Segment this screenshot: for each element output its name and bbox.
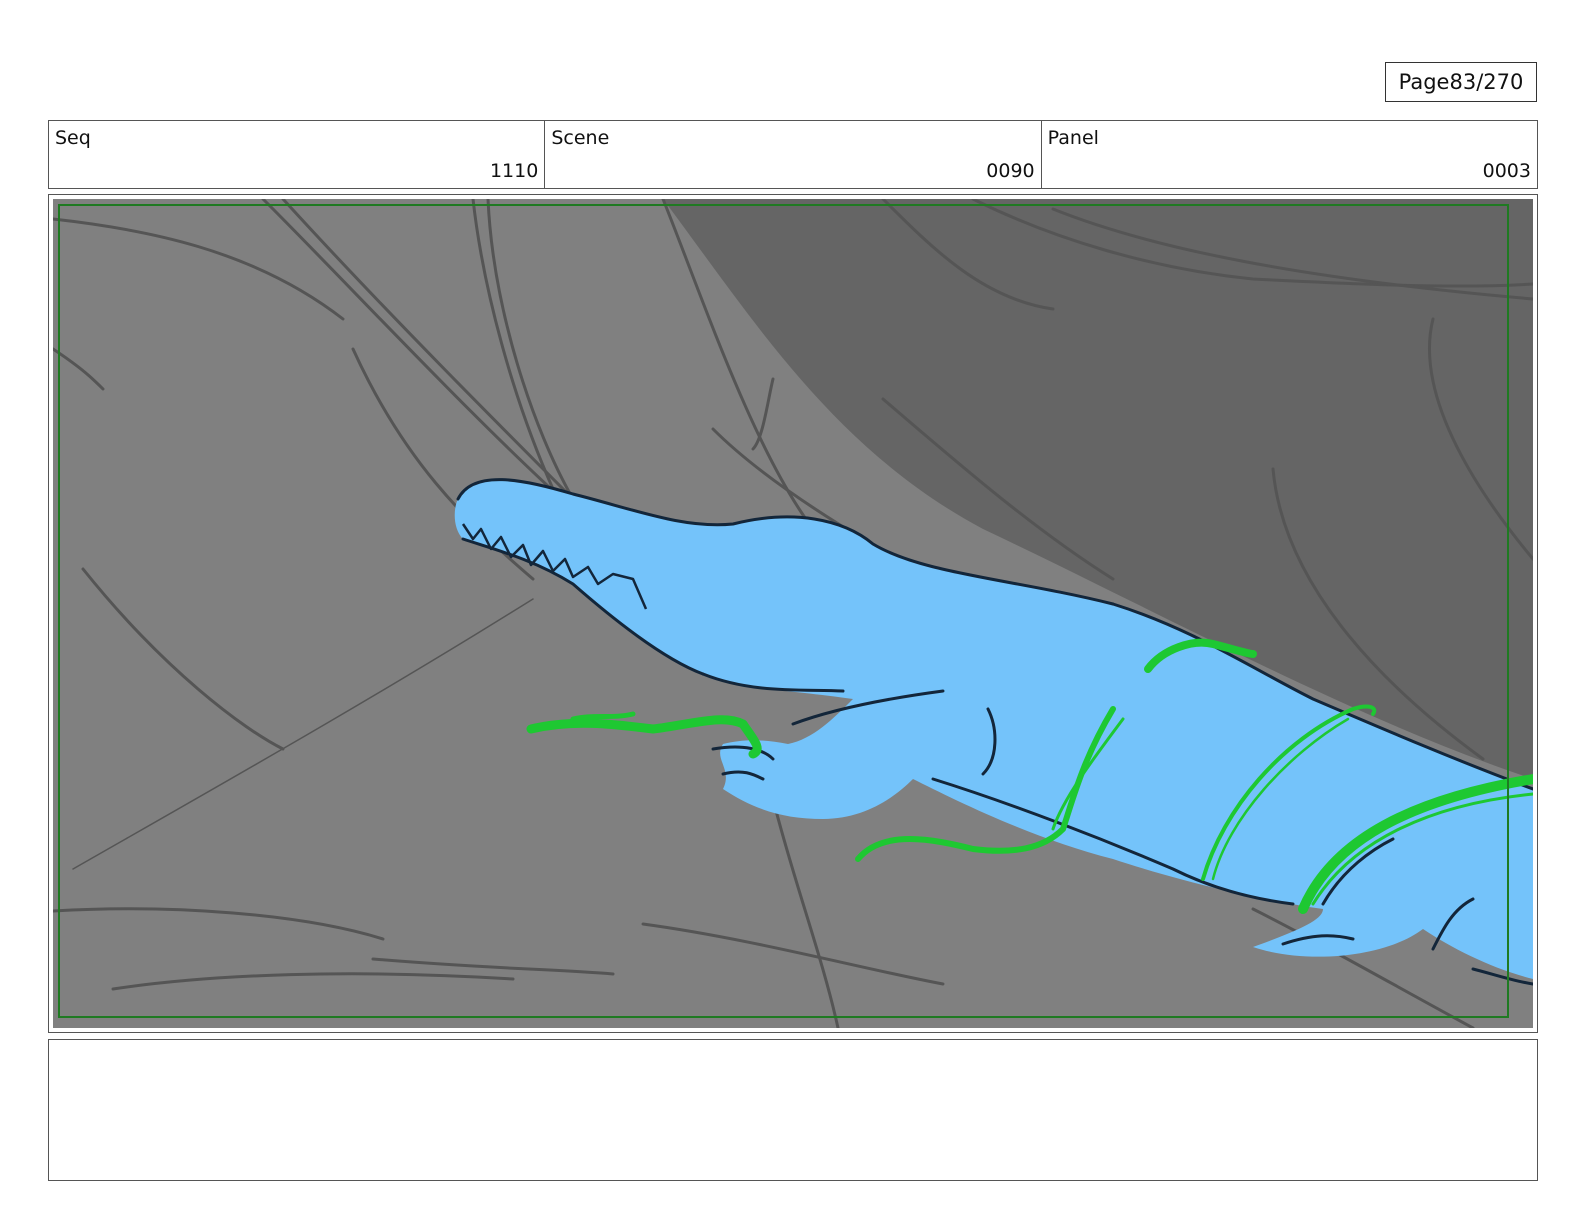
panel-label: Panel [1047,127,1099,149]
page-indicator: Page 83/270 [1385,62,1537,102]
storyboard-frame [48,194,1538,1033]
seq-cell: Seq 1110 [49,121,546,188]
page-number: 83/270 [1449,70,1524,94]
page-label: Page [1398,70,1450,94]
notes-box [48,1039,1538,1181]
storyboard-drawing [53,199,1533,1028]
seq-value: 1110 [489,160,539,182]
panel-header: Seq 1110 Scene 0090 Panel 0003 [48,120,1538,189]
panel-cell: Panel 0003 [1042,121,1537,188]
scene-value: 0090 [986,160,1035,182]
seq-label: Seq [55,127,91,149]
scene-label: Scene [551,127,610,149]
scene-cell: Scene 0090 [545,121,1042,188]
panel-value: 0003 [1482,160,1531,182]
